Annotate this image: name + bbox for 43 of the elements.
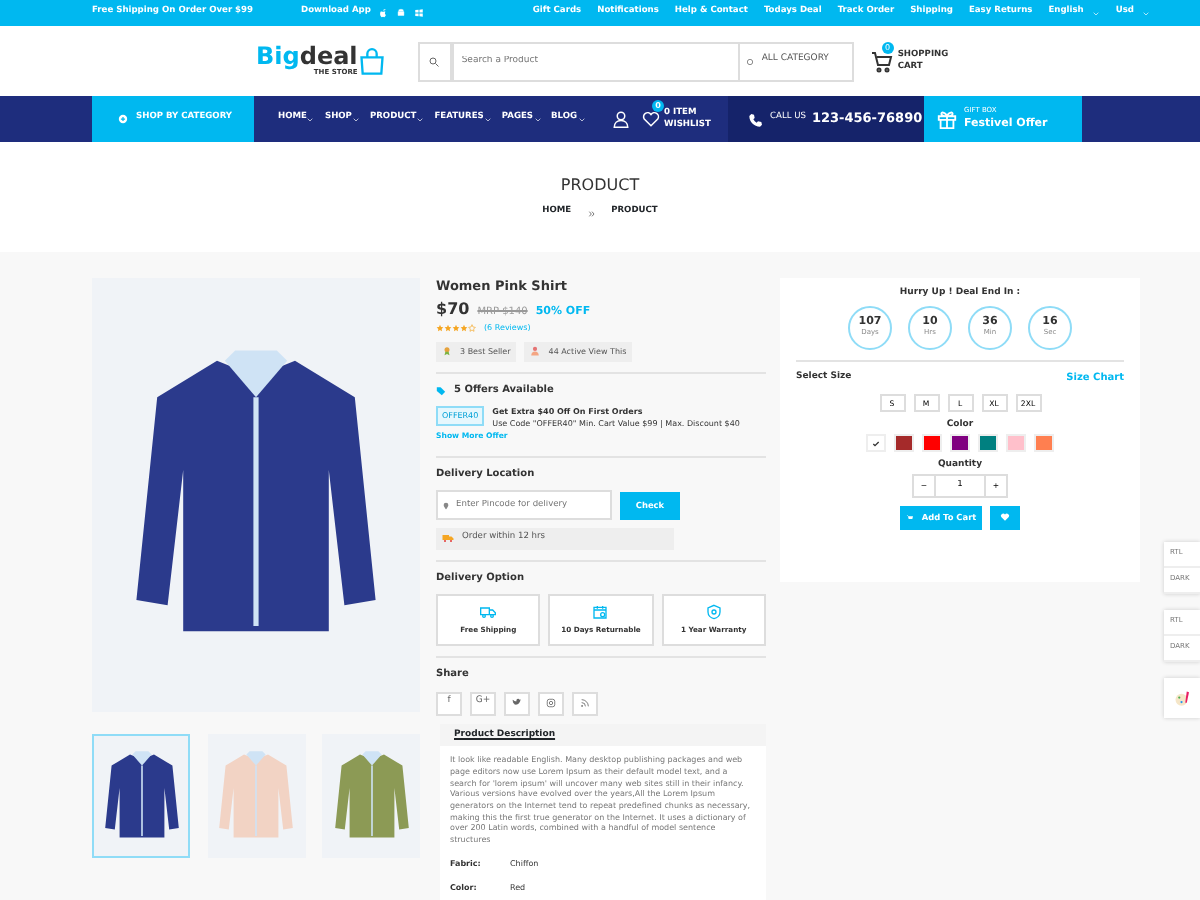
user-icon[interactable] — [612, 110, 630, 128]
page-title: PRODUCT — [560, 174, 640, 199]
instagram-icon — [546, 698, 556, 709]
thumbnail-photo[interactable] — [322, 734, 420, 858]
color-swatch[interactable] — [950, 434, 970, 452]
calendar-icon — [592, 603, 609, 620]
rss-icon — [580, 698, 590, 709]
color-swatch[interactable] — [866, 434, 886, 452]
windows-icon[interactable] — [414, 8, 425, 18]
android-icon[interactable] — [396, 8, 407, 18]
gift-icon — [936, 108, 958, 130]
cart-icon — [905, 513, 914, 522]
shield-icon — [705, 603, 722, 620]
wishlist-button[interactable] — [990, 505, 1020, 530]
thumbnail-photo[interactable] — [92, 734, 190, 858]
heart-icon — [642, 110, 660, 128]
color-swatch[interactable] — [1006, 434, 1026, 452]
rss-share-button[interactable] — [572, 691, 598, 716]
location-pin-icon — [442, 501, 450, 510]
delivery-van-icon — [442, 532, 454, 545]
color-swatch[interactable] — [894, 434, 914, 452]
twitter-icon — [512, 698, 522, 709]
thumbnail-photo[interactable] — [207, 734, 305, 858]
instagram-share-button[interactable] — [538, 691, 564, 716]
heart-icon — [1000, 512, 1010, 523]
palette-icon[interactable] — [1173, 689, 1191, 707]
color-swatch[interactable] — [1034, 434, 1054, 452]
tag-icon — [436, 386, 446, 396]
checkmark-icon — [872, 439, 880, 447]
color-swatch[interactable] — [978, 434, 998, 452]
truck-icon — [480, 603, 497, 620]
search-icon — [428, 55, 441, 67]
circle-icon — [745, 57, 754, 65]
twitter-share-button[interactable] — [504, 691, 530, 716]
medal-icon — [442, 346, 452, 357]
person-icon — [530, 346, 541, 357]
apple-icon[interactable] — [378, 8, 389, 18]
phone-icon — [748, 111, 764, 127]
color-swatch[interactable] — [922, 434, 942, 452]
double-chevron-icon — [587, 209, 596, 217]
plus-circle-icon — [118, 114, 128, 124]
cart-icon — [869, 49, 894, 73]
price-text: $70 — [436, 297, 470, 322]
